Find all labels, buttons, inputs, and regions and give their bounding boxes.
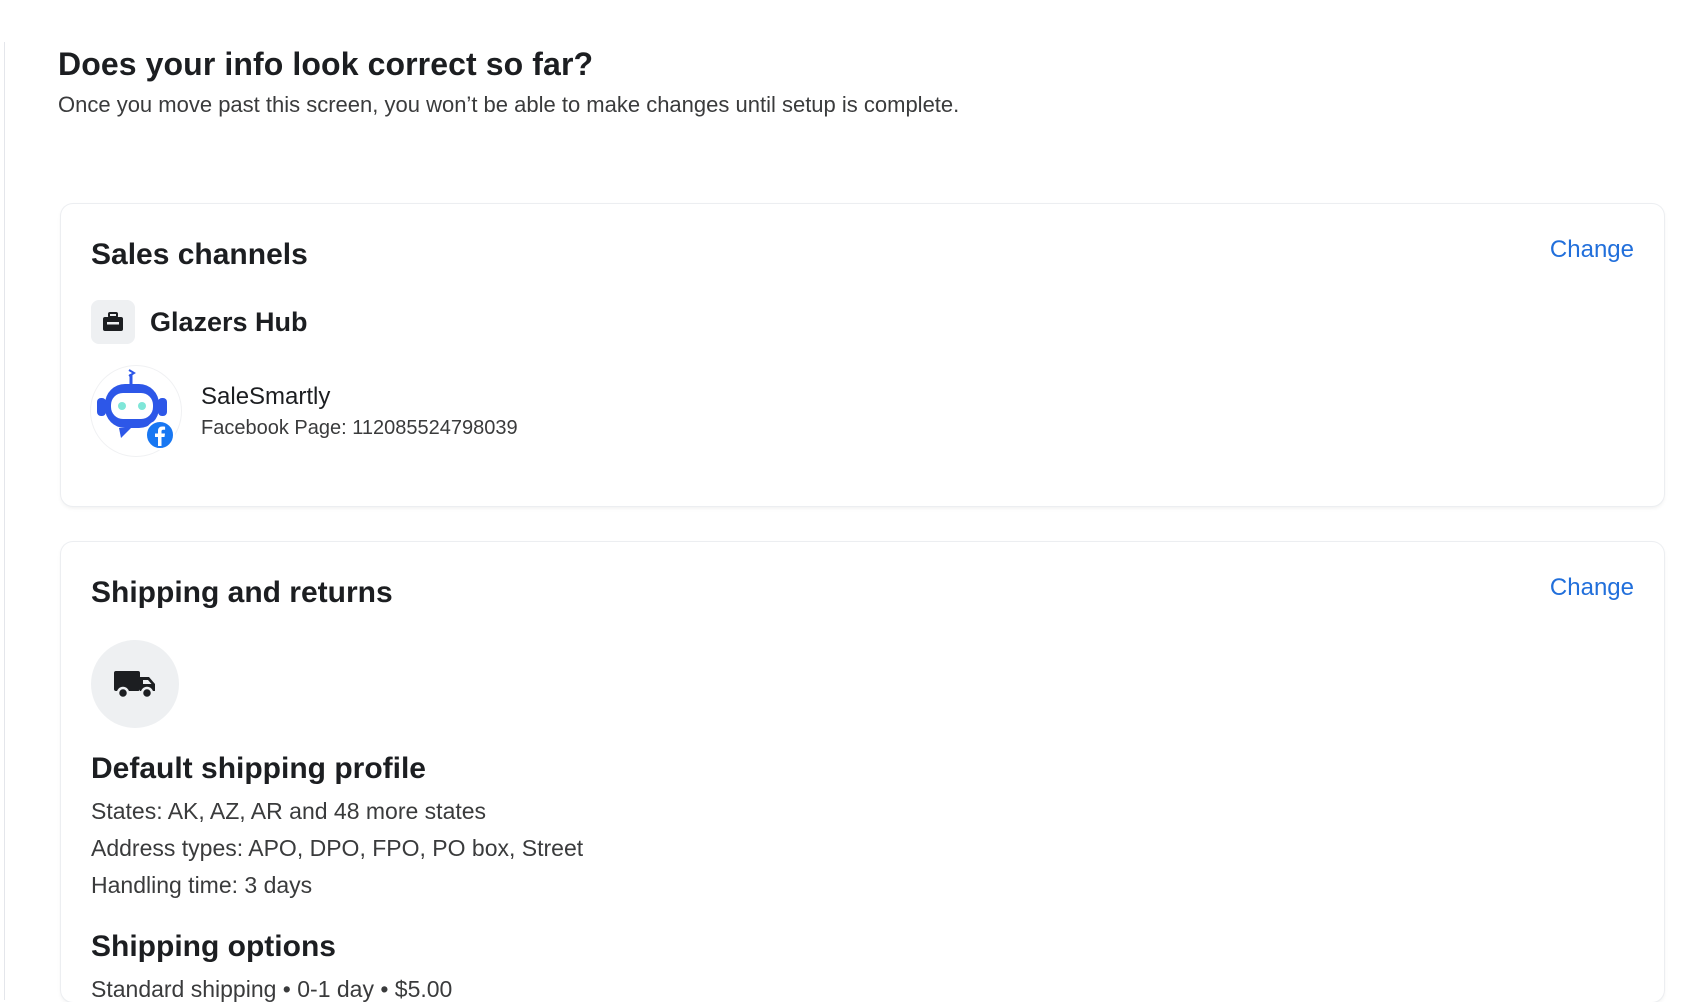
setup-review-page: Does your info look correct so far? Once… xyxy=(4,42,1684,1002)
shop-name: Glazers Hub xyxy=(150,306,308,337)
avatar xyxy=(91,366,181,456)
shipping-address-types: Address types: APO, DPO, FPO, PO box, St… xyxy=(91,835,584,861)
shipping-option-standard: Standard shipping • 0-1 day • $5.00 xyxy=(91,976,453,1002)
sales-channels-change-link[interactable]: Change xyxy=(1550,236,1634,264)
sales-channels-card: Sales channels Change Glazers Hub SaleSm… xyxy=(61,204,1664,506)
facebook-page-row: SaleSmartly Facebook Page: 1120855247980… xyxy=(91,366,518,456)
content: Does your info look correct so far? Once… xyxy=(5,42,1684,1002)
shipping-states: States: AK, AZ, AR and 48 more states xyxy=(91,798,487,824)
facebook-icon xyxy=(145,420,175,450)
page-id: Facebook Page: 112085524798039 xyxy=(201,416,518,439)
truck-icon xyxy=(91,640,179,728)
page-subtitle: Once you move past this screen, you won’… xyxy=(58,92,960,117)
shipping-profile-title: Default shipping profile xyxy=(91,752,426,785)
sales-channels-title: Sales channels xyxy=(91,238,308,271)
shipping-returns-title: Shipping and returns xyxy=(91,576,393,609)
shipping-change-link[interactable]: Change xyxy=(1550,574,1634,602)
page-title: Does your info look correct so far? xyxy=(58,46,594,82)
shipping-handling-time: Handling time: 3 days xyxy=(91,872,313,898)
shipping-options-title: Shipping options xyxy=(91,930,336,963)
shipping-returns-card: Shipping and returns Change Default ship… xyxy=(61,542,1664,1002)
page-info: SaleSmartly Facebook Page: 1120855247980… xyxy=(201,383,518,440)
shop-row: Glazers Hub xyxy=(91,300,308,344)
shop-icon xyxy=(91,300,135,344)
page-name: SaleSmartly xyxy=(201,382,331,410)
